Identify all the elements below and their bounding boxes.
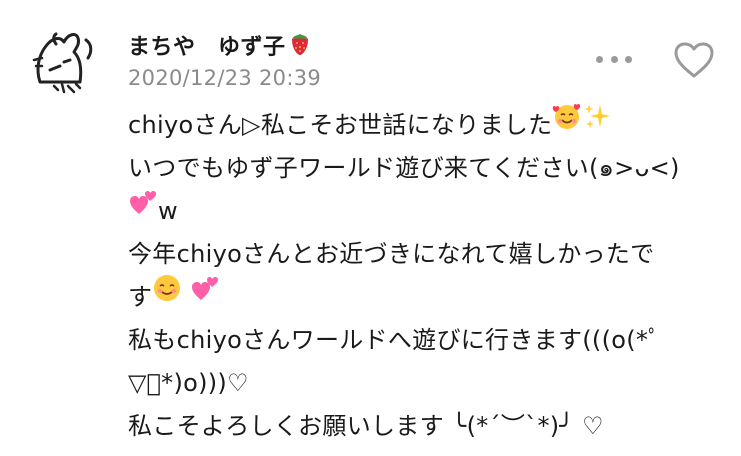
comment-line: ▽ﾟ*)o)))♡ xyxy=(128,362,718,405)
comment-line-text: w xyxy=(158,197,178,225)
comment-line: chiyoさん▷私こそお世話になりました xyxy=(128,101,718,147)
comment-line: 私こそよろしくお願いします ╰(*´︶`*)╯ ♡ xyxy=(128,405,718,448)
more-dot xyxy=(625,55,632,63)
username-text: まちや ゆず子 xyxy=(128,35,286,60)
comment-line: いつでもゆず子ワールド遊び来てください(๑>ᴗ<) xyxy=(128,147,718,190)
comment-line: w xyxy=(128,190,718,233)
more-dot xyxy=(596,55,603,63)
more-options-button[interactable] xyxy=(596,52,632,66)
more-dot xyxy=(610,55,618,63)
comment-line-text: 私こそよろしくお願いします ╰(*´︶`*)╯ ♡ xyxy=(128,412,604,440)
smiling-face-icon xyxy=(152,273,182,317)
comment-line-text: chiyoさん▷私こそお世話になりました xyxy=(128,111,553,139)
comment-line-text: 今年chiyoさんとお近づきになれて嬉しかったで xyxy=(128,240,655,268)
doodle-avatar-icon xyxy=(32,32,93,94)
comment-item: まちや ゆず子 2020/12/23 20:39 chiyoさん▷私こそお世話に… xyxy=(0,0,741,456)
smiling-face-with-hearts-icon xyxy=(552,101,582,145)
username[interactable]: まちや ゆず子 xyxy=(128,28,321,62)
comment-line-text: 私もchiyoさんワールドへ遊びに行きます(((o(*ﾟ xyxy=(128,326,661,354)
comment-body: chiyoさん▷私こそお世話になりました いつでもゆず子ワールド遊び来てください… xyxy=(128,101,718,448)
two-hearts-icon xyxy=(190,273,220,317)
timestamp: 2020/12/23 20:39 xyxy=(128,66,322,90)
like-button[interactable] xyxy=(672,40,716,80)
strawberry-icon xyxy=(288,30,312,56)
comment-line: 私もchiyoさんワールドへ遊びに行きます(((o(*ﾟ xyxy=(128,319,718,362)
comment-meta: まちや ゆず子 2020/12/23 20:39 xyxy=(128,28,321,90)
comment-line: 今年chiyoさんとお近づきになれて嬉しかったで xyxy=(128,233,718,276)
heart-outline-icon xyxy=(674,42,714,78)
two-hearts-icon xyxy=(128,187,158,231)
comment-line: す xyxy=(128,273,718,319)
comment-line-text: ▽ﾟ*)o)))♡ xyxy=(128,369,249,397)
avatar[interactable] xyxy=(26,22,100,96)
comment-line-text: いつでもゆず子ワールド遊び来てください(๑>ᴗ<) xyxy=(128,154,680,182)
comment-line-text: す xyxy=(128,283,153,311)
sparkles-icon xyxy=(582,101,612,145)
